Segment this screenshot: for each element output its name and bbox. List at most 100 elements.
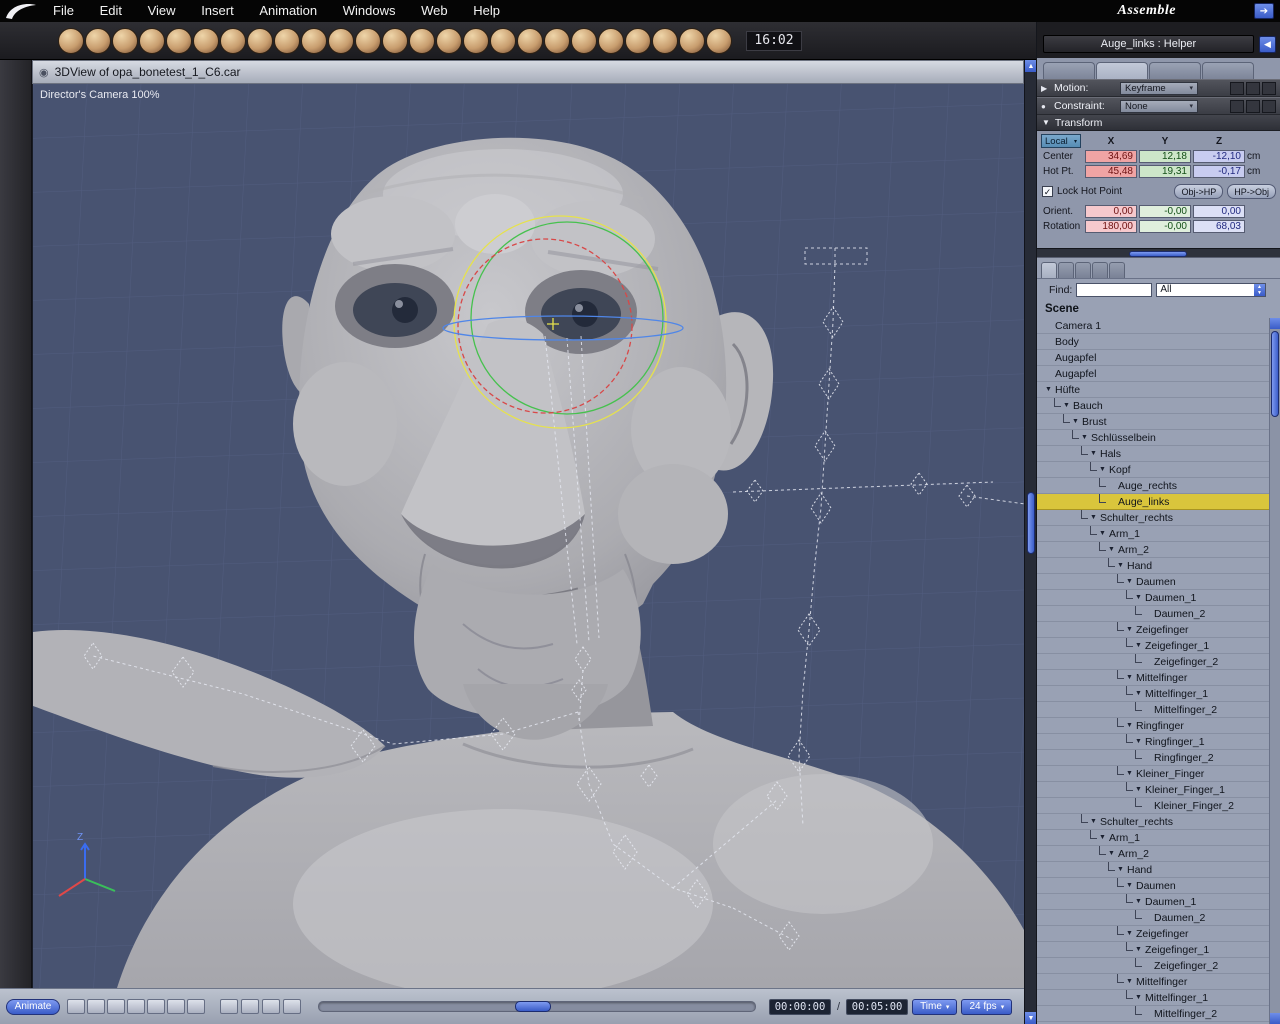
tree-item[interactable]: ▼ Mittelfinger — [1037, 973, 1270, 990]
pan-hand-icon[interactable] — [4, 492, 28, 518]
flower-object-icon[interactable] — [274, 27, 300, 54]
expand-arrow-icon[interactable]: ▼ — [1135, 786, 1145, 793]
tree-item[interactable]: ▼ Hüfte — [1037, 382, 1270, 398]
expand-icon[interactable]: ▶ — [1041, 84, 1050, 93]
scroll-down-icon[interactable] — [1270, 1013, 1280, 1024]
rock-object-icon[interactable] — [490, 27, 516, 54]
expand-arrow-icon[interactable]: ▼ — [1099, 530, 1109, 537]
hp-to-obj-button[interactable]: HP->Obj — [1227, 184, 1276, 199]
tree-item[interactable]: ▼ Arm_1 — [1037, 525, 1270, 542]
tree-item[interactable]: ▼ Brust — [1037, 413, 1270, 430]
no-animation-icon[interactable] — [1230, 81, 1244, 95]
expand-arrow-icon[interactable]: ▼ — [1045, 386, 1055, 393]
obj-to-hp-button[interactable]: Obj->HP — [1174, 184, 1224, 199]
find-filter-dropdown[interactable]: All ▲ ▼ — [1156, 282, 1266, 297]
bowl-object-icon[interactable] — [544, 27, 570, 54]
stop-button[interactable] — [107, 999, 125, 1014]
tree-item[interactable]: ▼ Hals — [1037, 445, 1270, 462]
text-object-icon[interactable] — [220, 27, 246, 54]
rotation-y-field[interactable]: -0,00 — [1139, 220, 1191, 233]
tree-item[interactable]: ▼ Schulter_rechts — [1037, 509, 1270, 526]
star-object-icon[interactable] — [625, 27, 651, 54]
rotation-z-field[interactable]: 68,03 — [1193, 220, 1245, 233]
menu-item[interactable]: Windows — [332, 3, 407, 18]
blob-object-icon[interactable] — [517, 27, 543, 54]
find-input[interactable] — [1076, 282, 1153, 297]
tree-item[interactable]: ▼ Ringfinger — [1037, 717, 1270, 734]
expand-arrow-icon[interactable]: ▼ — [1135, 594, 1145, 601]
camera-tool-icon[interactable] — [4, 461, 28, 487]
joint-tool-icon[interactable] — [4, 346, 28, 372]
drop-object-icon[interactable] — [382, 27, 408, 54]
orient-z-field[interactable]: 0,00 — [1193, 205, 1245, 218]
hierarchy-tab[interactable] — [1075, 262, 1091, 278]
tree-item[interactable]: ▼ Mittelfinger_1 — [1037, 989, 1270, 1006]
tree-item[interactable]: ▼ Daumen_1 — [1037, 589, 1270, 606]
rotate-tool-icon[interactable] — [4, 138, 28, 164]
tree-item[interactable]: ▼ Auge_links — [1037, 493, 1270, 510]
tree-item[interactable]: ▼ Mittelfinger_2 — [1037, 1005, 1270, 1022]
tree-item[interactable]: ▼ Kleiner_Finger_1 — [1037, 781, 1270, 798]
expand-arrow-icon[interactable]: ▼ — [1126, 882, 1136, 889]
tree-item[interactable]: ▼ Mittelfinger_1 — [1037, 685, 1270, 702]
viewport-titlebar[interactable]: ◉ 3DView of opa_bonetest_1_C6.car — [32, 60, 1024, 84]
properties-tab[interactable] — [1043, 62, 1095, 79]
hot-x-field[interactable]: 45,48 — [1085, 165, 1137, 178]
expand-arrow-icon[interactable]: ▼ — [1135, 690, 1145, 697]
tree-item[interactable]: ▼ Mittelfinger_2 — [1037, 701, 1270, 718]
scroll-up-icon[interactable] — [1270, 318, 1280, 329]
play-button[interactable] — [127, 999, 145, 1014]
menu-item[interactable]: Web — [410, 3, 459, 18]
no-animation-icon[interactable] — [1230, 99, 1244, 113]
transform-section-header[interactable]: ▼ Transform — [1037, 115, 1280, 131]
lock-hot-point-checkbox[interactable]: ✓ — [1042, 186, 1053, 197]
viewport-canvas[interactable]: Director's Camera 100% Z — [32, 84, 1024, 988]
shell-object-icon[interactable] — [463, 27, 489, 54]
options-list-icon[interactable] — [1246, 81, 1260, 95]
motion-method-dropdown[interactable]: Keyframe ▾ — [1120, 81, 1198, 95]
tree-item[interactable]: ▼ Body — [1037, 334, 1270, 350]
expand-arrow-icon[interactable]: ▼ — [1090, 514, 1100, 521]
expand-arrow-icon[interactable]: ▼ — [1099, 466, 1109, 473]
expand-arrow-icon[interactable]: ▼ — [1126, 674, 1136, 681]
menu-item[interactable]: View — [137, 3, 187, 18]
bone-object-icon[interactable] — [706, 27, 732, 54]
cloud-object-icon[interactable] — [355, 27, 381, 54]
tree-item[interactable]: ▼ Daumen — [1037, 877, 1270, 894]
spline-object-icon[interactable] — [166, 27, 192, 54]
menu-item[interactable]: Insert — [190, 3, 245, 18]
expand-arrow-icon[interactable]: ▼ — [1090, 450, 1100, 457]
vertex-object-icon[interactable] — [112, 27, 138, 54]
tree-item[interactable]: ▼ Daumen_2 — [1037, 605, 1270, 622]
ocean-object-icon[interactable] — [571, 27, 597, 54]
orient-y-field[interactable]: -0,00 — [1139, 205, 1191, 218]
fps-dropdown[interactable]: 24 fps ▾ — [961, 998, 1013, 1015]
expand-arrow-icon[interactable]: ▼ — [1135, 994, 1145, 1001]
tree-item[interactable]: ▼ Kleiner_Finger — [1037, 765, 1270, 782]
tree-item[interactable]: ▼ Ringfinger_2 — [1037, 749, 1270, 766]
expand-arrow-icon[interactable]: ▼ — [1126, 626, 1136, 633]
tree-item[interactable]: ▼ Arm_1 — [1037, 829, 1270, 846]
expand-arrow-icon[interactable]: ▼ — [1126, 978, 1136, 985]
wrench-icon[interactable] — [4, 231, 28, 257]
properties-tab[interactable] — [1096, 62, 1148, 79]
animate-button[interactable]: Animate — [6, 998, 60, 1015]
expand-arrow-icon[interactable]: ▼ — [1117, 562, 1127, 569]
vscroll-thumb[interactable] — [1271, 331, 1279, 417]
tree-item[interactable]: ▼ Arm_2 — [1037, 845, 1270, 862]
plus-object-icon[interactable] — [328, 27, 354, 54]
orbit-tool-icon[interactable] — [4, 169, 28, 195]
current-time-field[interactable]: 00:00:00 — [769, 998, 831, 1015]
tree-item[interactable]: ▼ Schulter_rechts — [1037, 813, 1270, 830]
hierarchy-tab[interactable] — [1109, 262, 1125, 278]
select-arrow-icon[interactable] — [0, 72, 33, 107]
help-icon[interactable] — [1262, 99, 1276, 113]
tree-item[interactable]: ▼ Augapfel — [1037, 350, 1270, 366]
menu-item[interactable]: Edit — [89, 3, 133, 18]
ik-chain-icon[interactable] — [4, 315, 28, 341]
tree-item[interactable]: ▼ Zeigefinger — [1037, 621, 1270, 638]
bone-tool-icon[interactable] — [4, 284, 28, 310]
tree-item[interactable]: ▼ Ringfinger_1 — [1037, 733, 1270, 750]
constraint-dropdown[interactable]: None ▾ — [1120, 99, 1198, 113]
expand-arrow-icon[interactable]: ▼ — [1099, 834, 1109, 841]
